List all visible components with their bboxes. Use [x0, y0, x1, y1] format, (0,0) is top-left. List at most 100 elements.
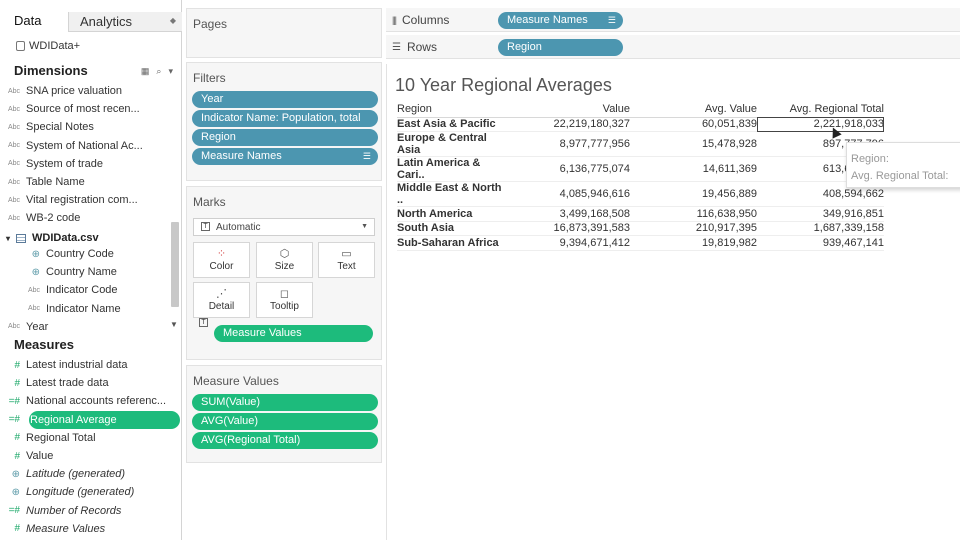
sort-icon[interactable]: ☰ [608, 15, 616, 26]
cell-value[interactable]: 6,136,775,074 [507, 156, 630, 183]
table-field-item[interactable]: Abc Indicator Name [0, 300, 172, 318]
dimension-item[interactable]: Abc SNA price valuation [0, 82, 172, 100]
cell-value[interactable]: 8,977,777,956 [507, 131, 630, 158]
filter-pill[interactable]: Measure Names ☰ [192, 148, 378, 165]
measure-item[interactable]: =# Number of Records [0, 502, 172, 520]
dimension-item[interactable]: Abc Source of most recen... [0, 100, 172, 118]
measure-values-card[interactable]: Measure Values SUM(Value) AVG(Value) AVG(R… [186, 365, 382, 463]
dimensions-scrollbar[interactable]: ▼ [169, 82, 179, 332]
filter-pill[interactable]: Region [192, 129, 378, 146]
tab-analytics[interactable]: Analytics ◆ [68, 12, 182, 32]
cell-value[interactable]: 22,219,180,327 [507, 117, 630, 133]
dimension-item[interactable]: Abc System of trade [0, 155, 172, 173]
cell-avg-value[interactable]: 116,638,950 [630, 206, 757, 222]
tooltip: Region: Avg. Regional Total: [846, 142, 960, 188]
measure-item[interactable]: # Latest trade data [0, 374, 172, 392]
minimize-icon[interactable]: ◆ [170, 16, 176, 25]
crosstab-table[interactable]: Region Value Avg. Value Avg. Regional To… [397, 102, 884, 251]
table-row: Latin America & Cari.. 6,136,775,074 14,61… [397, 156, 884, 183]
cell-avg-regional-total[interactable]: 349,916,851 [757, 206, 884, 222]
dimension-item[interactable]: Abc Vital registration com... [0, 191, 172, 209]
cell-avg-value[interactable]: 19,819,982 [630, 235, 757, 251]
cell-region[interactable]: Middle East & North .. [397, 181, 507, 208]
mark-detail-button[interactable]: ⋰ Detail [193, 282, 250, 318]
table-field-item[interactable]: Abc Year [0, 318, 172, 336]
view-grid-icon[interactable]: ▦ [141, 66, 150, 77]
mark-text-button[interactable]: ▭ Text [318, 242, 375, 278]
cell-avg-regional-total[interactable]: 939,467,141 [757, 235, 884, 251]
cell-region[interactable]: North America [397, 206, 507, 222]
mark-size-button[interactable]: ⬡ Size [256, 242, 313, 278]
pill-region[interactable]: Region [498, 39, 623, 56]
measure-item[interactable]: ⊕ Longitude (generated) [0, 483, 172, 501]
table-field-item[interactable]: Abc Indicator Code [0, 281, 172, 299]
cell-region[interactable]: Sub-Saharan Africa [397, 235, 507, 251]
collapse-caret-icon[interactable]: ▾ [0, 234, 16, 243]
mark-button-label: Color [209, 261, 234, 272]
measure-item[interactable]: ⊕ Latitude (generated) [0, 465, 172, 483]
filter-pill[interactable]: Indicator Name: Population, total [192, 110, 378, 127]
search-icon[interactable]: ⌕ [156, 66, 161, 77]
cell-avg-regional-total[interactable]: 2,221,918,033 [757, 117, 884, 133]
dimension-item[interactable]: Abc System of National Ac... [0, 137, 172, 155]
cell-value[interactable]: 4,085,946,616 [507, 181, 630, 208]
dimension-item[interactable]: Abc Table Name [0, 173, 172, 191]
cell-avg-value[interactable]: 210,917,395 [630, 221, 757, 237]
measure-value-pill[interactable]: AVG(Regional Total) [192, 432, 378, 449]
measure-item[interactable]: # Latest industrial data [0, 356, 172, 374]
sort-icon[interactable]: ☰ [363, 151, 371, 162]
filter-pill-label: Year [201, 93, 224, 105]
cell-value[interactable]: 3,499,168,508 [507, 206, 630, 222]
cell-avg-value[interactable]: 14,611,369 [630, 156, 757, 183]
tab-data[interactable]: Data [0, 0, 68, 32]
measure-item[interactable]: # Value [0, 447, 172, 465]
menu-dropdown-icon[interactable]: ▾ [168, 66, 173, 77]
measure-item[interactable]: =# National accounts referenc... [0, 392, 172, 410]
table-field-item[interactable]: ⊕ Country Code [0, 245, 172, 263]
cell-avg-value[interactable]: 15,478,928 [630, 131, 757, 158]
scroll-down-icon[interactable]: ▼ [170, 320, 178, 329]
datasource-row[interactable]: WDIData+ [16, 40, 80, 52]
measure-item[interactable]: # Measure Values [0, 520, 172, 538]
table-row: Sub-Saharan Africa 9,394,671,412 19,819,98… [397, 235, 884, 251]
table-field-item[interactable]: ⊕ Country Name [0, 263, 172, 281]
dimension-item[interactable]: Abc WB-2 code [0, 209, 172, 227]
cell-value[interactable]: 9,394,671,412 [507, 235, 630, 251]
pill-measure-names[interactable]: Measure Names ☰ [498, 12, 623, 29]
header-region[interactable]: Region [397, 102, 507, 118]
marks-card[interactable]: Marks T Automatic ▼ ⁘ Color ⬡ Size ▭ Text ⋰ Det… [186, 186, 382, 360]
header-value[interactable]: Value [507, 102, 630, 118]
mark-button-label: Text [337, 261, 356, 272]
field-label: Vital registration com... [26, 194, 138, 207]
marks-title: Marks [193, 195, 226, 209]
pages-card[interactable]: Pages [186, 8, 382, 58]
cell-value[interactable]: 16,873,391,583 [507, 221, 630, 237]
cell-region[interactable]: Europe & Central Asia [397, 131, 507, 158]
measure-item[interactable]: =# Regional Average [0, 410, 180, 429]
rows-icon: ☰ [392, 41, 401, 53]
cell-avg-value[interactable]: 19,456,889 [630, 181, 757, 208]
rows-shelf[interactable]: ☰ Rows Region [386, 35, 960, 59]
header-avg-value[interactable]: Avg. Value [630, 102, 757, 118]
header-avg-regional-total[interactable]: Avg. Regional Total [757, 102, 884, 118]
measure-item[interactable]: # Regional Total [0, 429, 172, 447]
measure-value-pill[interactable]: SUM(Value) [192, 394, 378, 411]
header-row: Region Value Avg. Value Avg. Regional To… [397, 102, 884, 118]
cell-region[interactable]: East Asia & Pacific [397, 117, 507, 133]
pill-measure-values-text[interactable]: Measure Values [214, 325, 373, 342]
cell-avg-value[interactable]: 60,051,839 [630, 117, 757, 133]
measure-value-pill[interactable]: AVG(Value) [192, 413, 378, 430]
mark-type-select[interactable]: T Automatic ▼ [193, 218, 375, 236]
dimension-item[interactable]: Abc Special Notes [0, 118, 172, 136]
filter-pill[interactable]: Year [192, 91, 378, 108]
filters-card[interactable]: Filters Year Indicator Name: Population, … [186, 62, 382, 181]
cell-avg-regional-total[interactable]: 1,687,339,158 [757, 221, 884, 237]
worksheet-view[interactable]: 10 Year Regional Averages Region Value A… [386, 64, 960, 540]
scrollbar-thumb[interactable] [171, 222, 179, 307]
table-row: North America 3,499,168,508 116,638,950 349… [397, 206, 884, 222]
cell-region[interactable]: Latin America & Cari.. [397, 156, 507, 183]
mark-tooltip-button[interactable]: ◻ Tooltip [256, 282, 313, 318]
mark-color-button[interactable]: ⁘ Color [193, 242, 250, 278]
columns-shelf[interactable]: ||| Columns Measure Names ☰ [386, 8, 960, 32]
cell-region[interactable]: South Asia [397, 221, 507, 237]
